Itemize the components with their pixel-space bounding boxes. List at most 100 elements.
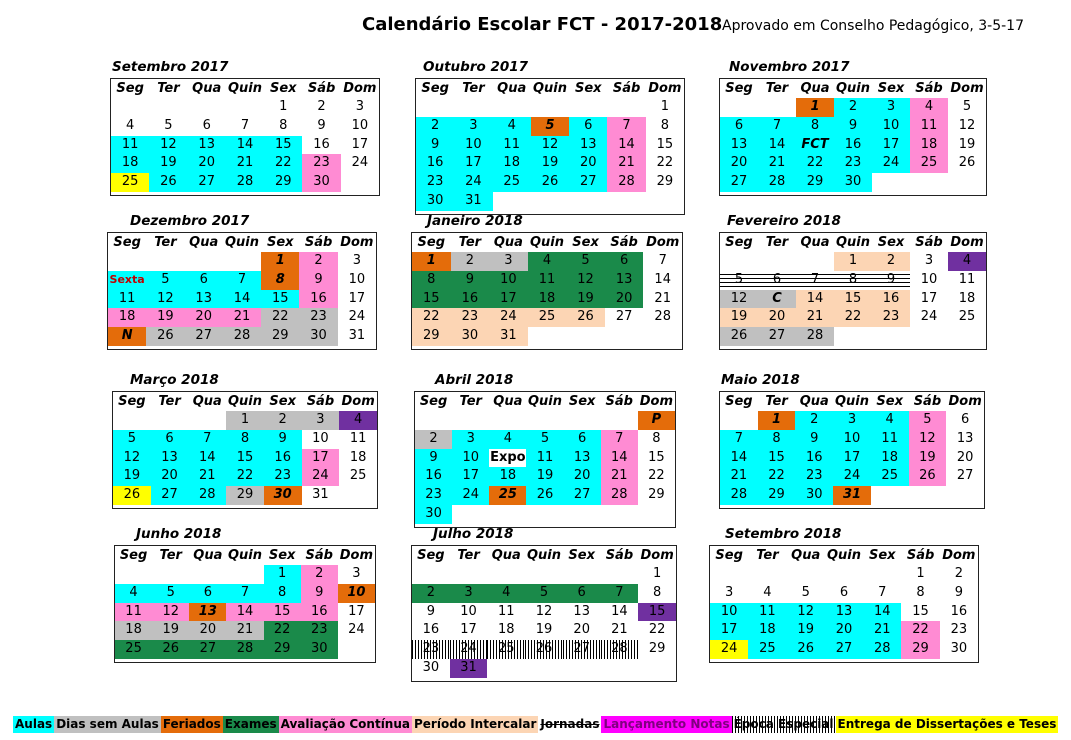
day-cell: 5 [146,270,185,290]
month-box: Seg Ter Qua Quin Sex Sáb Dom 1 2 3 4 5 6 7 8 9 10 11 12 13 1… [411,232,683,350]
day-cell: 27 [184,327,223,346]
day-cell: 19 [113,467,151,487]
weekday-header: Quin [826,548,861,563]
weekday-header: Dom [948,394,982,409]
day-cell: 3 [725,584,734,600]
month-name: Setembro 2018 [725,526,842,542]
day-cell: 26 [152,640,190,659]
weekday-header: Quin [227,394,262,409]
weekday-header: Ter [765,394,788,409]
weekday-header: Qua [193,548,223,563]
day-cell: 1 [834,252,872,271]
day-cell: 7 [222,270,262,290]
day-cell: 22 [757,467,796,487]
day-cell: 3 [352,253,361,268]
day-cell: 19 [149,154,188,174]
day-cell: 11 [111,135,150,155]
day-cell: 3 [489,252,528,271]
day-cell: 12 [530,135,570,155]
day-cell: 24 [920,309,938,325]
day-cell: 27 [562,640,601,659]
month-name: Junho 2018 [136,526,222,542]
day-cell: 18 [108,308,147,328]
day-cell: 24 [351,155,369,171]
day-cell: 21 [225,154,265,174]
day-cell: 24 [449,640,488,659]
day-cell: 30 [834,173,872,192]
day-cell: 14 [600,448,638,468]
day-cell: 30 [950,641,968,657]
day-cell: 7 [226,583,264,603]
day-cell: 10 [710,602,749,622]
day-cell: 6 [569,116,608,136]
day-cell: 12 [720,289,758,309]
day-cell: 4 [339,411,377,430]
day-cell: 2 [300,565,338,584]
day-cell: 30 [302,173,341,192]
day-cell: 8 [261,270,300,290]
day-cell: 16 [834,135,872,155]
day-cell: 18 [910,135,948,155]
weekday-header: Seg [419,394,448,409]
weekday-header: Dom [339,548,374,563]
day-cell: 6 [562,583,601,603]
day-cell: 7 [796,270,834,290]
page-subtitle: Aprovado em Conselho Pedagógico, 3-5-17 [722,18,1024,34]
day-cell: 24 [348,622,365,638]
day-cell: 4 [910,98,948,117]
weekday-header: Qua [493,235,523,250]
day-cell: 14 [607,135,646,155]
day-cell: 9 [317,117,326,133]
day-cell: 16 [415,467,453,487]
day-cell: 9 [416,135,455,155]
month-box: Seg Ter Qua Quin Sex Sáb Dom 1 2 3 4 5 6 7 8 9 10 11 12 13 1… [112,391,378,509]
day-cell: 21 [222,308,262,328]
day-cell: 29 [226,486,264,505]
weekday-header: Sáb [610,235,638,250]
day-cell: 27 [150,486,189,505]
day-cell: 16 [422,622,440,638]
month-name: Abril 2018 [435,372,514,388]
day-cell: 14 [188,448,227,468]
weekday-header: Seg [417,548,445,563]
day-cell: 22 [264,154,303,174]
weekday-header: Dom [340,235,374,250]
day-cell: 15 [912,603,929,619]
weekday-header: Sex [568,548,595,563]
day-cell: 15 [263,602,301,622]
legend-item: Avaliação Contínua [278,716,412,733]
day-cell: 25 [111,173,150,192]
weekday-header: Qua [497,81,527,96]
day-cell: 26 [958,155,976,171]
day-cell: 9 [795,429,834,449]
day-cell: 17 [454,154,493,174]
weekday-header: Qua [493,394,523,409]
day-cell: 4 [948,252,986,271]
day-cell: 23 [450,308,490,328]
weekday-header: Sáb [605,548,634,563]
day-cell: 20 [187,154,226,174]
day-cell: 22 [834,308,872,328]
weekday-header: Sáb [612,81,641,96]
day-cell: 25 [492,173,531,192]
day-cell: 27 [758,327,796,346]
day-cell: 12 [908,429,947,449]
legend-item: Dias sem Aulas [54,716,161,733]
day-cell: 27 [563,486,601,505]
weekday-header: Dom [648,81,682,96]
day-cell: 13 [956,430,974,446]
day-cell: 25 [489,486,527,505]
weekday-header: Sex [269,81,297,96]
day-cell: 28 [600,486,638,505]
day-cell: 12 [149,135,188,155]
day-cell: 26 [525,640,563,659]
day-cell: 2 [872,252,910,271]
day-cell: 7 [600,429,638,449]
day-cell: 23 [299,308,338,328]
month-name: Janeiro 2018 [427,213,523,229]
day-cell: 25 [487,640,526,659]
day-cell: 10 [337,583,375,603]
day-cell: 27 [720,173,758,192]
day-cell: 4 [527,252,567,271]
weekday-header: Seg [116,81,144,96]
